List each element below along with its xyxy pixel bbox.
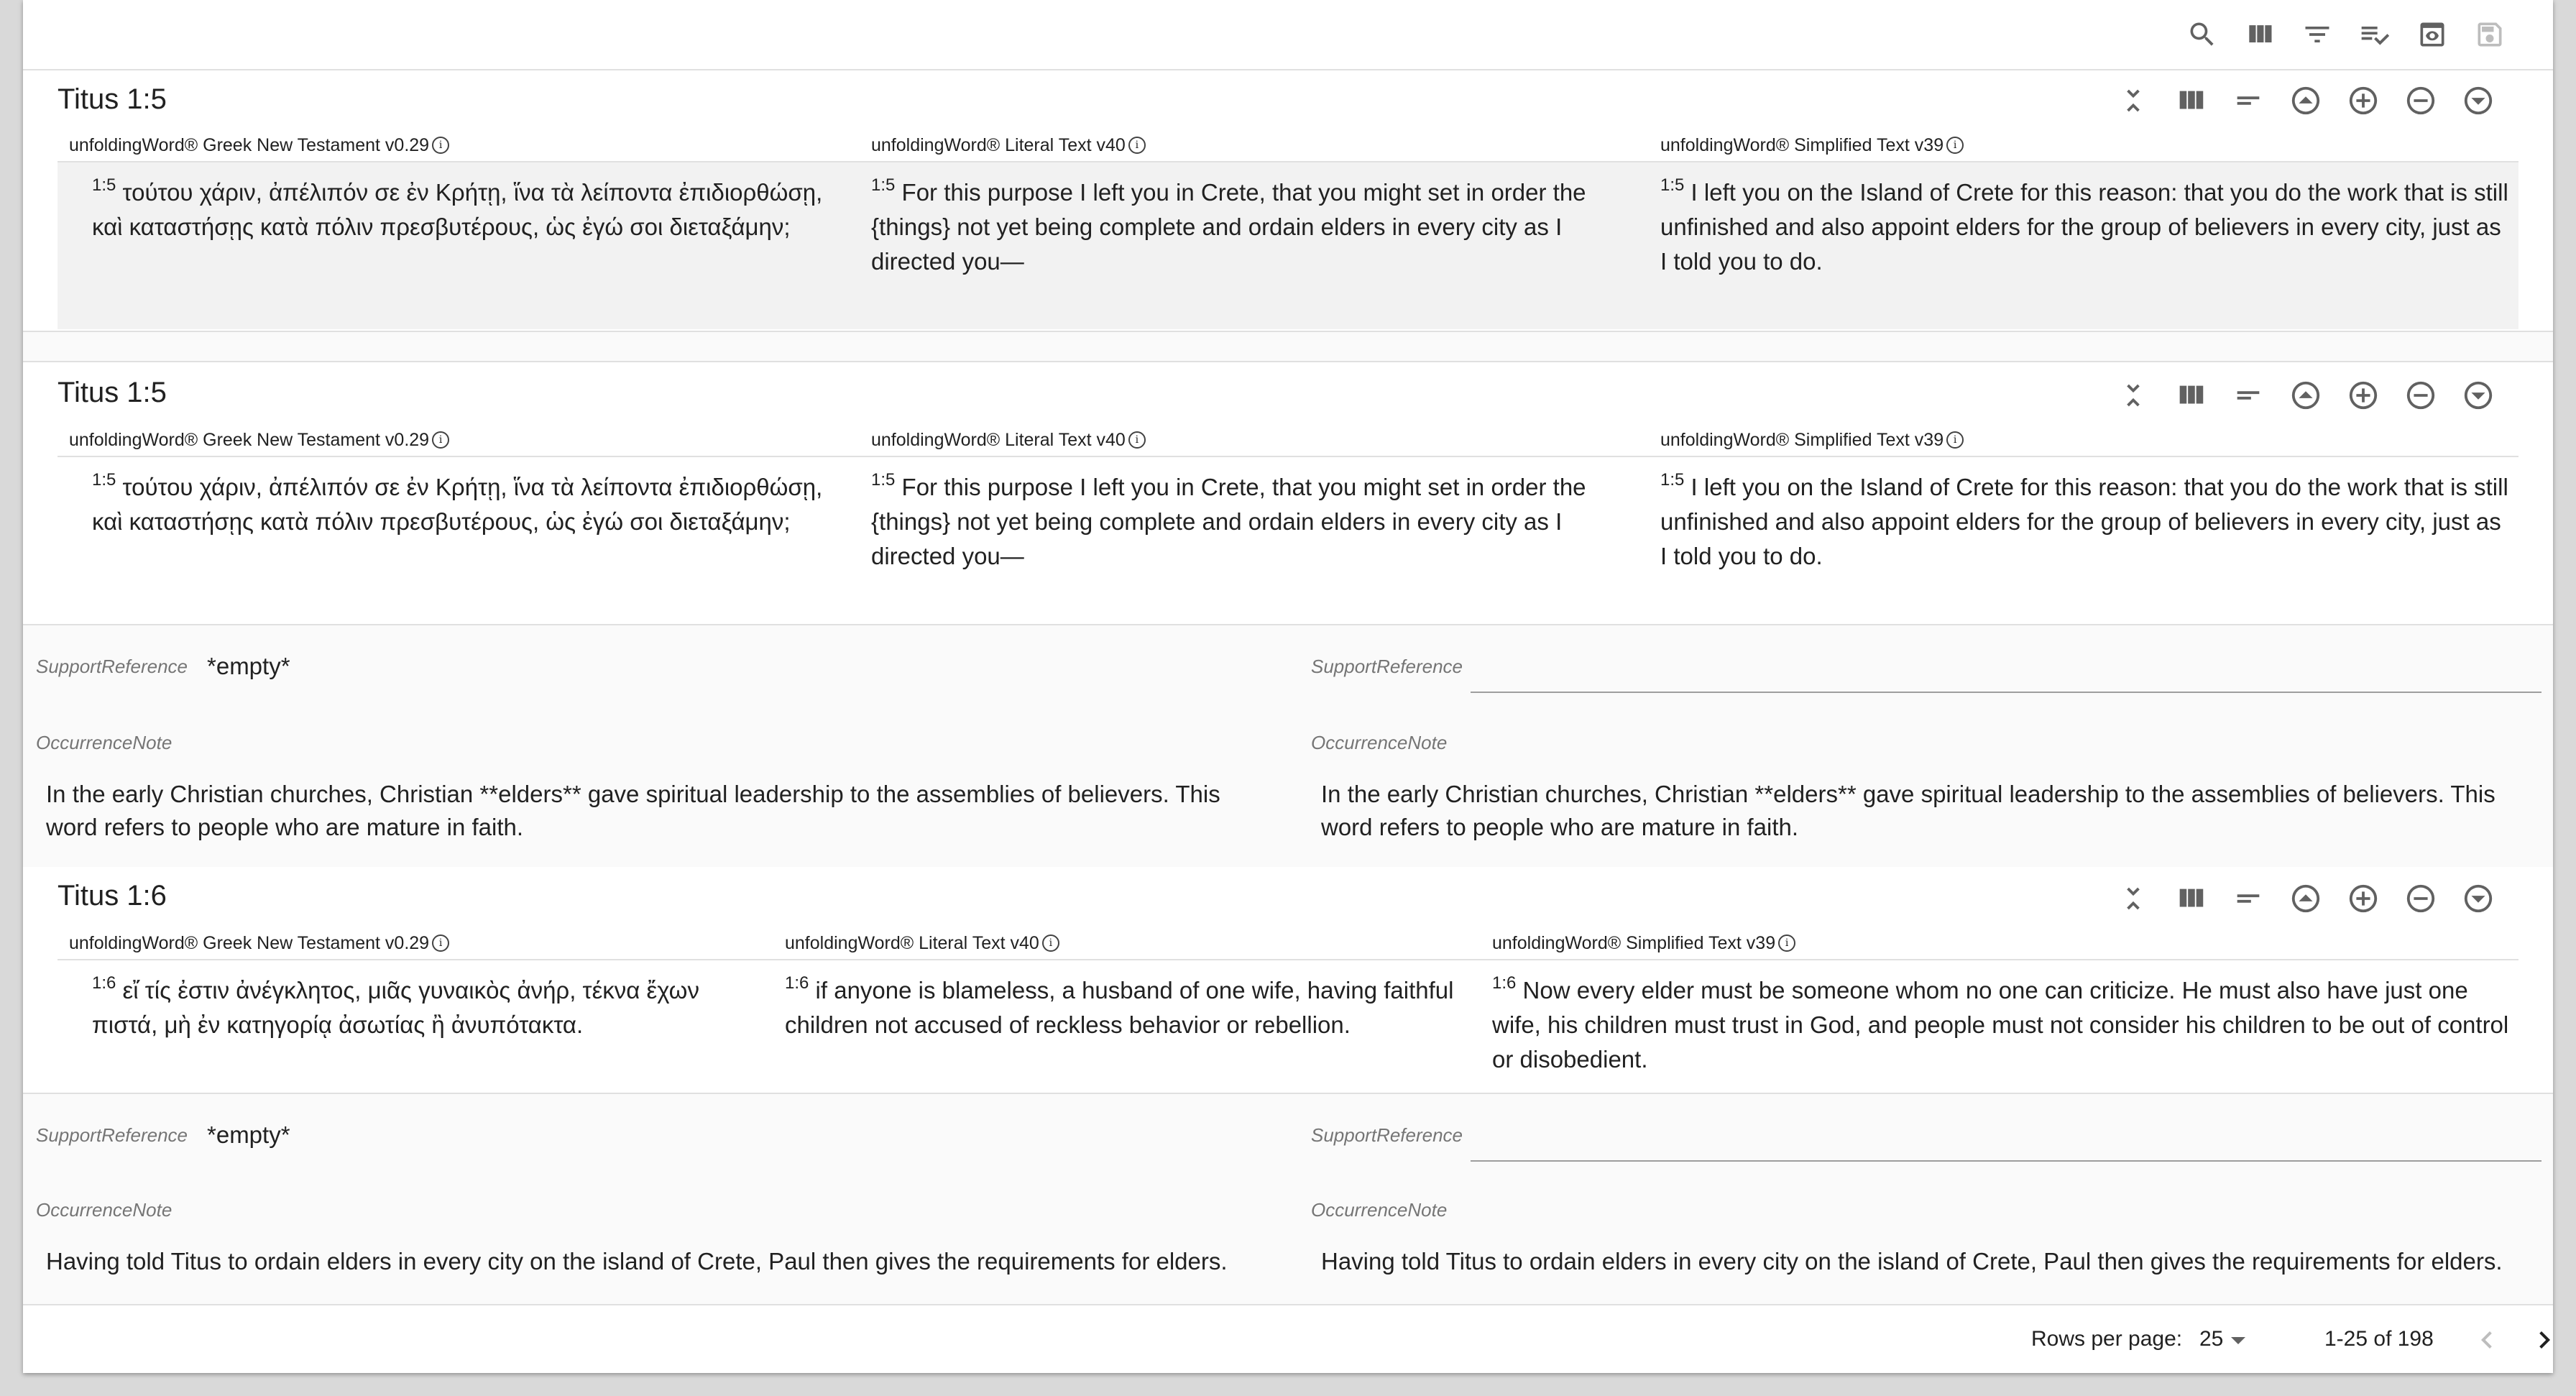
info-icon[interactable]: i <box>432 137 450 154</box>
page-range: 1-25 of 198 <box>2324 1327 2434 1351</box>
occurrence-note-label: OccurrenceNote <box>36 732 172 753</box>
add-circle-icon[interactable] <box>2334 375 2392 415</box>
rows-per-page-label: Rows per page: <box>2031 1327 2183 1351</box>
header-divider <box>58 959 2518 960</box>
info-icon[interactable]: i <box>432 935 450 952</box>
previous-page-icon[interactable] <box>2470 1323 2504 1361</box>
add-circle-icon[interactable] <box>2334 81 2392 121</box>
resource-table-card: Titus 1:5 unfoldingWord® Greek New Testa… <box>23 0 2553 1373</box>
header-divider <box>58 456 2518 457</box>
occurrence-note-label: OccurrenceNote <box>1311 732 1448 753</box>
pane-toolbar <box>2104 878 2507 919</box>
info-icon[interactable]: i <box>1778 935 1796 952</box>
pane-toolbar <box>2104 81 2507 121</box>
resource-header: unfoldingWord® Simplified Text v39 i <box>1660 430 1964 451</box>
occurrence-note-text[interactable]: In the early Christian churches, Christi… <box>1321 778 2543 844</box>
info-icon[interactable]: i <box>1946 137 1964 154</box>
resource-header: unfoldingWord® Simplified Text v39 i <box>1660 135 1964 156</box>
filter-icon[interactable] <box>2300 17 2334 52</box>
notes-section: SupportReference *empty* SupportReferenc… <box>23 1093 2553 1307</box>
collapse-icon[interactable] <box>2104 375 2162 415</box>
occurrence-note-label: OccurrenceNote <box>1311 1199 1448 1221</box>
collapse-icon[interactable] <box>2104 81 2162 121</box>
info-icon[interactable]: i <box>432 431 450 449</box>
support-reference-label: SupportReference <box>36 656 188 677</box>
columns-icon[interactable] <box>2162 81 2220 121</box>
occurrence-note-label: OccurrenceNote <box>36 1199 172 1221</box>
verse-text: 1:5 For this purpose I left you in Crete… <box>871 470 1586 570</box>
resource-header: unfoldingWord® Greek New Testament v0.29… <box>69 430 450 451</box>
header-divider <box>58 161 2518 162</box>
arrow-down-circle-icon[interactable] <box>2450 375 2507 415</box>
pane-title: Titus 1:5 <box>58 377 167 408</box>
resource-header: unfoldingWord® Literal Text v40 i <box>871 135 1146 156</box>
verse-text: 1:5 τούτου χάριν, ἀπέλιπόν σε ἐν Κρήτῃ, … <box>92 470 823 536</box>
support-reference-value[interactable]: *empty* <box>207 1121 290 1149</box>
resource-header: unfoldingWord® Literal Text v40 i <box>871 430 1146 451</box>
subject-icon[interactable] <box>2220 878 2277 919</box>
resource-header: unfoldingWord® Greek New Testament v0.29… <box>69 933 450 954</box>
arrow-down-circle-icon[interactable] <box>2450 81 2507 121</box>
support-reference-label: SupportReference <box>1311 656 1463 677</box>
view-column-icon[interactable] <box>2242 17 2277 52</box>
add-circle-icon[interactable] <box>2334 878 2392 919</box>
info-icon[interactable]: i <box>1041 935 1059 952</box>
pane-title: Titus 1:5 <box>58 83 167 115</box>
remove-circle-icon[interactable] <box>2392 81 2450 121</box>
resource-header: unfoldingWord® Simplified Text v39 i <box>1492 933 1796 954</box>
support-reference-label: SupportReference <box>36 1124 188 1146</box>
remove-circle-icon[interactable] <box>2392 878 2450 919</box>
rows-per-page-select[interactable]: 25 <box>2199 1327 2223 1351</box>
collapse-icon[interactable] <box>2104 878 2162 919</box>
arrow-up-circle-icon[interactable] <box>2277 375 2334 415</box>
table-toolbar <box>23 0 2553 70</box>
pane-title: Titus 1:6 <box>58 880 167 911</box>
occurrence-note-text[interactable]: Having told Titus to ordain elders in ev… <box>1321 1245 2550 1278</box>
preview-icon[interactable] <box>2415 17 2450 52</box>
notes-section: SupportReference *empty* SupportReferenc… <box>23 624 2553 868</box>
occurrence-note-text[interactable]: In the early Christian churches, Christi… <box>46 778 1268 844</box>
info-icon[interactable]: i <box>1128 431 1146 449</box>
playlist-check-icon[interactable] <box>2358 17 2392 52</box>
verse-text: 1:5 I left you on the Island of Crete fo… <box>1660 175 2508 275</box>
resource-header: unfoldingWord® Literal Text v40 i <box>785 933 1059 954</box>
subject-icon[interactable] <box>2220 375 2277 415</box>
arrow-up-circle-icon[interactable] <box>2277 81 2334 121</box>
support-reference-input[interactable] <box>1471 692 2542 693</box>
pane-toolbar <box>2104 375 2507 415</box>
info-icon[interactable]: i <box>1128 137 1146 154</box>
columns-icon[interactable] <box>2162 375 2220 415</box>
remove-circle-icon[interactable] <box>2392 375 2450 415</box>
resource-header: unfoldingWord® Greek New Testament v0.29… <box>69 135 450 156</box>
pagination-footer: Rows per page: 25 1-25 of 198 <box>23 1304 2553 1373</box>
subject-icon[interactable] <box>2220 81 2277 121</box>
verse-text: 1:6 εἴ τίς ἐστιν ἀνέγκλητος, μιᾶς γυναικ… <box>92 973 699 1039</box>
verse-pane: Titus 1:5 unfoldingWord® Greek New Testa… <box>23 362 2553 624</box>
search-icon[interactable] <box>2185 17 2220 52</box>
support-reference-label: SupportReference <box>1311 1124 1463 1146</box>
chevron-down-icon[interactable] <box>2231 1337 2245 1344</box>
occurrence-note-text[interactable]: Having told Titus to ordain elders in ev… <box>46 1245 1282 1278</box>
next-page-icon[interactable] <box>2527 1323 2553 1361</box>
support-reference-input[interactable] <box>1471 1160 2542 1162</box>
save-icon[interactable] <box>2472 17 2507 52</box>
verse-pane: Titus 1:6 unfoldingWord® Greek New Testa… <box>23 867 2553 1093</box>
verse-text: 1:5 For this purpose I left you in Crete… <box>871 175 1586 275</box>
info-icon[interactable]: i <box>1946 431 1964 449</box>
verse-text: 1:5 τούτου χάριν, ἀπέλιπόν σε ἐν Κρήτῃ, … <box>92 175 823 241</box>
columns-icon[interactable] <box>2162 878 2220 919</box>
support-reference-value[interactable]: *empty* <box>207 653 290 680</box>
verse-pane: Titus 1:5 unfoldingWord® Greek New Testa… <box>23 70 2553 332</box>
verse-text: 1:6 if anyone is blameless, a husband of… <box>785 973 1454 1039</box>
row-separator <box>23 332 2553 362</box>
verse-text: 1:6 Now every elder must be someone whom… <box>1492 973 2509 1073</box>
verse-text: 1:5 I left you on the Island of Crete fo… <box>1660 470 2508 570</box>
arrow-up-circle-icon[interactable] <box>2277 878 2334 919</box>
arrow-down-circle-icon[interactable] <box>2450 878 2507 919</box>
